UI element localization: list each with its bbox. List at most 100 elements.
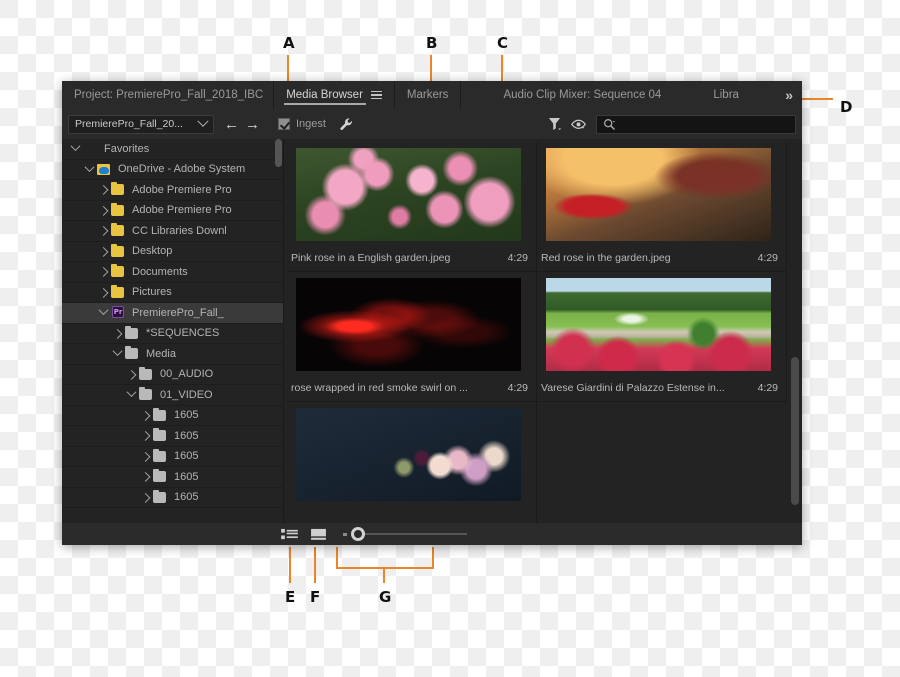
content-vertical-scrollbar[interactable] [791, 357, 799, 505]
tree-item-label: Favorites [104, 142, 150, 155]
tab-audio-clip-mixer[interactable]: Audio Clip Mixer: Sequence 04 [461, 81, 673, 109]
thumbnail-artwork [296, 148, 521, 241]
chevron-right-icon[interactable] [110, 328, 124, 339]
tree-item-pictures[interactable]: Pictures [62, 283, 283, 303]
tree-item-favorites[interactable]: Favorites [62, 139, 283, 160]
callout-letter-g: G [379, 588, 392, 606]
thumbnail-image[interactable] [546, 278, 771, 371]
thumbnail-image[interactable] [296, 408, 521, 501]
tree-item-cc-libraries-downl[interactable]: CC Libraries Downl [62, 221, 283, 242]
tab-libraries[interactable]: Libra [673, 81, 751, 109]
sidebar-vertical-scrollbar[interactable] [275, 139, 282, 167]
thumbnail-meta: rose wrapped in red smoke swirl on ... 4:… [291, 382, 528, 394]
tree-item-label: OneDrive - Adobe System [118, 163, 246, 176]
callout-letter-d: D [840, 98, 853, 116]
zoom-slider-track[interactable] [353, 533, 467, 535]
media-thumbnail-area[interactable]: Pink rose in a English garden.jpeg 4:29 Re… [284, 139, 802, 545]
chevron-right-icon[interactable] [138, 410, 152, 421]
zoom-slider-knob[interactable] [351, 527, 365, 541]
callout-line-g-horz [336, 567, 434, 569]
ingest-settings-wrench-icon[interactable] [338, 115, 356, 133]
tree-item-label: 00_AUDIO [160, 368, 214, 381]
folder-icon [124, 325, 140, 340]
callout-letter-c: C [497, 34, 509, 52]
tree-item-documents[interactable]: Documents [62, 262, 283, 283]
thumbnail-cell[interactable]: Varese Giardini di Palazzo Estense in...… [537, 272, 787, 402]
folder-icon [152, 489, 168, 504]
tab-project[interactable]: Project: PremierePro_Fall_2018_IBC [62, 81, 273, 109]
tree-item-1605[interactable]: 1605 [62, 426, 283, 447]
chevron-down-icon[interactable] [68, 141, 82, 153]
tree-item-premierepro-fall[interactable]: Pr PremierePro_Fall_ [62, 303, 283, 324]
chevron-right-icon[interactable] [96, 267, 110, 278]
chevron-right-icon[interactable] [138, 431, 152, 442]
chevron-right-icon[interactable] [138, 451, 152, 462]
tab-media-browser[interactable]: Media Browser [274, 81, 394, 109]
folder-icon [110, 284, 126, 299]
chevron-right-icon[interactable] [138, 492, 152, 503]
list-view-icon[interactable] [281, 528, 298, 541]
tree-item-adobe-premiere-pro[interactable]: Adobe Premiere Pro [62, 201, 283, 221]
callout-letter-e: E [285, 588, 296, 606]
thumbnail-image[interactable] [296, 148, 521, 241]
active-tab-underline [284, 103, 366, 105]
chevron-down-icon[interactable] [82, 161, 96, 174]
chevron-right-icon[interactable] [124, 369, 138, 380]
tree-item-media[interactable]: Media [62, 344, 283, 365]
tab-overflow-button[interactable]: » [776, 81, 802, 109]
folder-tree-sidebar[interactable]: Favorites OneDrive - Adobe System Adobe Pr… [62, 139, 284, 545]
tree-item-sequences[interactable]: *SEQUENCES [62, 324, 283, 344]
chevron-right-icon[interactable] [96, 226, 110, 237]
thumbnail-duration: 4:29 [507, 252, 528, 264]
thumbnail-view-icon[interactable] [310, 528, 327, 541]
chevron-down-icon[interactable] [110, 346, 124, 358]
path-dropdown[interactable]: PremierePro_Fall_20... [68, 114, 214, 134]
thumbnail-cell[interactable]: rose wrapped in red smoke swirl on ... 4:… [287, 272, 537, 402]
tree-item-label: Adobe Premiere Pro [132, 183, 232, 196]
chevron-right-icon[interactable] [96, 287, 110, 298]
callout-line-g-stem [383, 567, 385, 583]
chevron-right-icon[interactable] [138, 472, 152, 483]
chevron-down-icon [197, 115, 209, 127]
chevron-down-icon[interactable] [124, 387, 138, 399]
panel-menu-icon[interactable] [370, 90, 382, 100]
tree-item-onedrive-adobe-system[interactable]: OneDrive - Adobe System [62, 160, 283, 180]
search-field[interactable] [596, 114, 796, 134]
folder-icon [110, 264, 126, 278]
filter-funnel-icon[interactable] [544, 114, 564, 134]
tab-markers[interactable]: Markers [395, 81, 461, 109]
tree-item-1605[interactable]: 1605 [62, 447, 283, 467]
back-arrow-icon[interactable]: ← [224, 117, 239, 132]
search-icon [604, 118, 616, 130]
folder-icon [110, 202, 126, 217]
chevron-right-icon[interactable] [96, 246, 110, 257]
tree-item-adobe-premiere-pro[interactable]: Adobe Premiere Pro [62, 180, 283, 201]
tree-item-1605[interactable]: 1605 [62, 406, 283, 426]
thumbnail-meta: Pink rose in a English garden.jpeg 4:29 [291, 252, 528, 264]
thumbnail-cell[interactable]: Pink rose in a English garden.jpeg 4:29 [287, 142, 537, 272]
chevron-right-icon[interactable] [96, 205, 110, 216]
premiere-project-icon: Pr [112, 306, 124, 319]
thumbnail-cell[interactable]: Red rose in the garden.jpeg 4:29 [537, 142, 787, 272]
tree-item-label: 01_VIDEO [160, 388, 213, 401]
tree-item-00-audio[interactable]: 00_AUDIO [62, 365, 283, 385]
forward-arrow-icon[interactable]: → [245, 117, 260, 132]
tree-item-desktop[interactable]: Desktop [62, 242, 283, 262]
thumbnail-image[interactable] [296, 278, 521, 371]
tree-item-label: Pictures [132, 286, 172, 299]
tree-item-label: 1605 [174, 429, 199, 442]
tree-item-1605[interactable]: 1605 [62, 488, 283, 508]
tree-item-label: 1605 [174, 491, 199, 504]
tree-item-01-video[interactable]: 01_VIDEO [62, 385, 283, 406]
tree-item-1605[interactable]: 1605 [62, 467, 283, 488]
thumbnail-cell[interactable] [287, 402, 537, 532]
premiere-pro-media-browser-window: Project: PremierePro_Fall_2018_IBC Media… [62, 81, 802, 545]
zoom-slider[interactable] [343, 527, 467, 541]
folder-icon [138, 387, 154, 401]
thumbnail-image[interactable] [546, 148, 771, 241]
thumbnail-filename: rose wrapped in red smoke swirl on ... [291, 382, 468, 394]
eye-icon[interactable] [568, 114, 588, 134]
chevron-right-icon[interactable] [96, 185, 110, 196]
ingest-checkbox[interactable] [278, 118, 290, 130]
chevron-down-icon[interactable] [96, 305, 110, 317]
